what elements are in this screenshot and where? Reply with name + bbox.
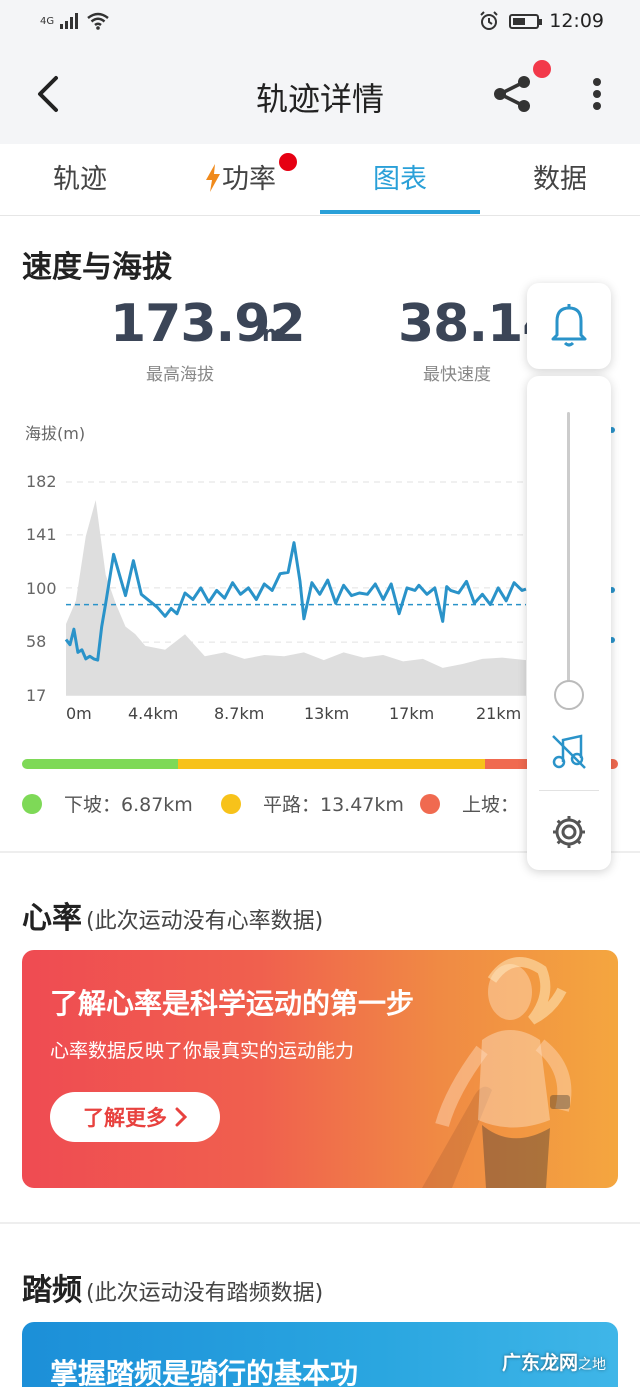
legend-label: 平路：13.47km [263, 794, 404, 816]
learn-more-label: 了解更多 [83, 1106, 167, 1130]
max-altitude-label: 最高海拔 [146, 365, 214, 385]
altitude-area [66, 500, 526, 695]
tab-chart[interactable]: 图表 [320, 144, 480, 216]
flat-segment [178, 759, 485, 769]
heart-rate-banner-subtitle: 心率数据反映了你最真实的运动能力 [50, 1040, 355, 1062]
legend-dot [221, 793, 241, 814]
wifi-icon [87, 12, 109, 30]
watermark-small: 之地 [578, 1357, 607, 1373]
more-vertical-icon [593, 78, 601, 110]
cadence-banner-title: 掌握踏频是骑行的基本功 [50, 1357, 359, 1387]
more-button[interactable] [585, 72, 609, 116]
watermark: 广东龙网之地 [502, 1348, 606, 1375]
legend-label: 上坡： [462, 794, 520, 816]
heart-rate-title: 心率 [22, 901, 82, 936]
tab-chart-label: 图表 [373, 164, 427, 195]
tab-track-label: 轨迹 [53, 164, 107, 195]
playback-control-panel [527, 376, 611, 870]
heart-rate-section-title: 心率 (此次运动没有心率数据) [22, 893, 323, 937]
tab-track[interactable]: 轨迹 [0, 144, 160, 216]
share-icon [494, 76, 530, 112]
alert-button[interactable] [527, 283, 611, 369]
cadence-title: 踏频 [22, 1273, 82, 1308]
tab-data[interactable]: 数据 [480, 144, 640, 216]
nav-bar: 轨迹详情 [0, 44, 640, 144]
tab-power[interactable]: 功率 [160, 144, 320, 216]
legend-dot [420, 793, 440, 814]
cadence-note: (此次运动没有踏频数据) [86, 1281, 324, 1306]
page-title: 轨迹详情 [255, 80, 384, 118]
tab-power-label: 功率 [222, 164, 276, 195]
speed-altitude-title: 速度与海拔 [22, 250, 172, 285]
network-label: 4G [40, 15, 55, 27]
max-speed-label: 最快速度 [423, 365, 491, 385]
legend-uphill: 上坡： [420, 790, 519, 817]
chevron-right-icon [175, 1107, 187, 1127]
cadence-section-title: 踏频 (此次运动没有踏频数据) [22, 1265, 323, 1309]
battery-icon [509, 13, 543, 29]
alarm-icon [480, 11, 498, 30]
legend-downhill: 下坡：6.87km [22, 790, 193, 817]
status-left: 4G [40, 12, 110, 30]
status-bar: 4G 12:09 [0, 0, 640, 44]
section-divider [0, 1222, 640, 1224]
mute-music-icon[interactable] [549, 732, 589, 772]
gear-icon[interactable] [550, 813, 588, 851]
heart-rate-banner-title: 了解心率是科学运动的第一步 [50, 987, 415, 1020]
watermark-main: 广东龙网 [502, 1352, 579, 1374]
heart-rate-banner[interactable]: 了解心率是科学运动的第一步 心率数据反映了你最真实的运动能力 了解更多 [22, 950, 618, 1188]
status-time: 12:09 [549, 10, 604, 32]
share-button[interactable] [490, 72, 534, 116]
playback-slider-track[interactable] [567, 412, 570, 697]
downhill-segment [22, 759, 178, 769]
signal-icon [60, 13, 79, 29]
tab-active-indicator [320, 210, 480, 214]
learn-more-button[interactable]: 了解更多 [50, 1092, 220, 1142]
lightning-icon [206, 164, 220, 192]
panel-divider [539, 790, 599, 791]
playback-slider-thumb[interactable] [554, 680, 584, 710]
tab-bar: 轨迹 功率 图表 数据 [0, 144, 640, 216]
tab-power-badge [279, 153, 297, 171]
legend-dot [22, 793, 42, 814]
share-notification-dot [533, 60, 551, 78]
bell-icon [551, 304, 587, 347]
max-altitude-unit: m [262, 322, 285, 347]
legend-flat: 平路：13.47km [221, 790, 404, 817]
runner-illustration [422, 957, 572, 1188]
legend-label: 下坡：6.87km [64, 794, 193, 816]
status-right: 12:09 [479, 10, 604, 32]
tab-data-label: 数据 [533, 164, 587, 195]
heart-rate-note: (此次运动没有心率数据) [86, 909, 324, 934]
